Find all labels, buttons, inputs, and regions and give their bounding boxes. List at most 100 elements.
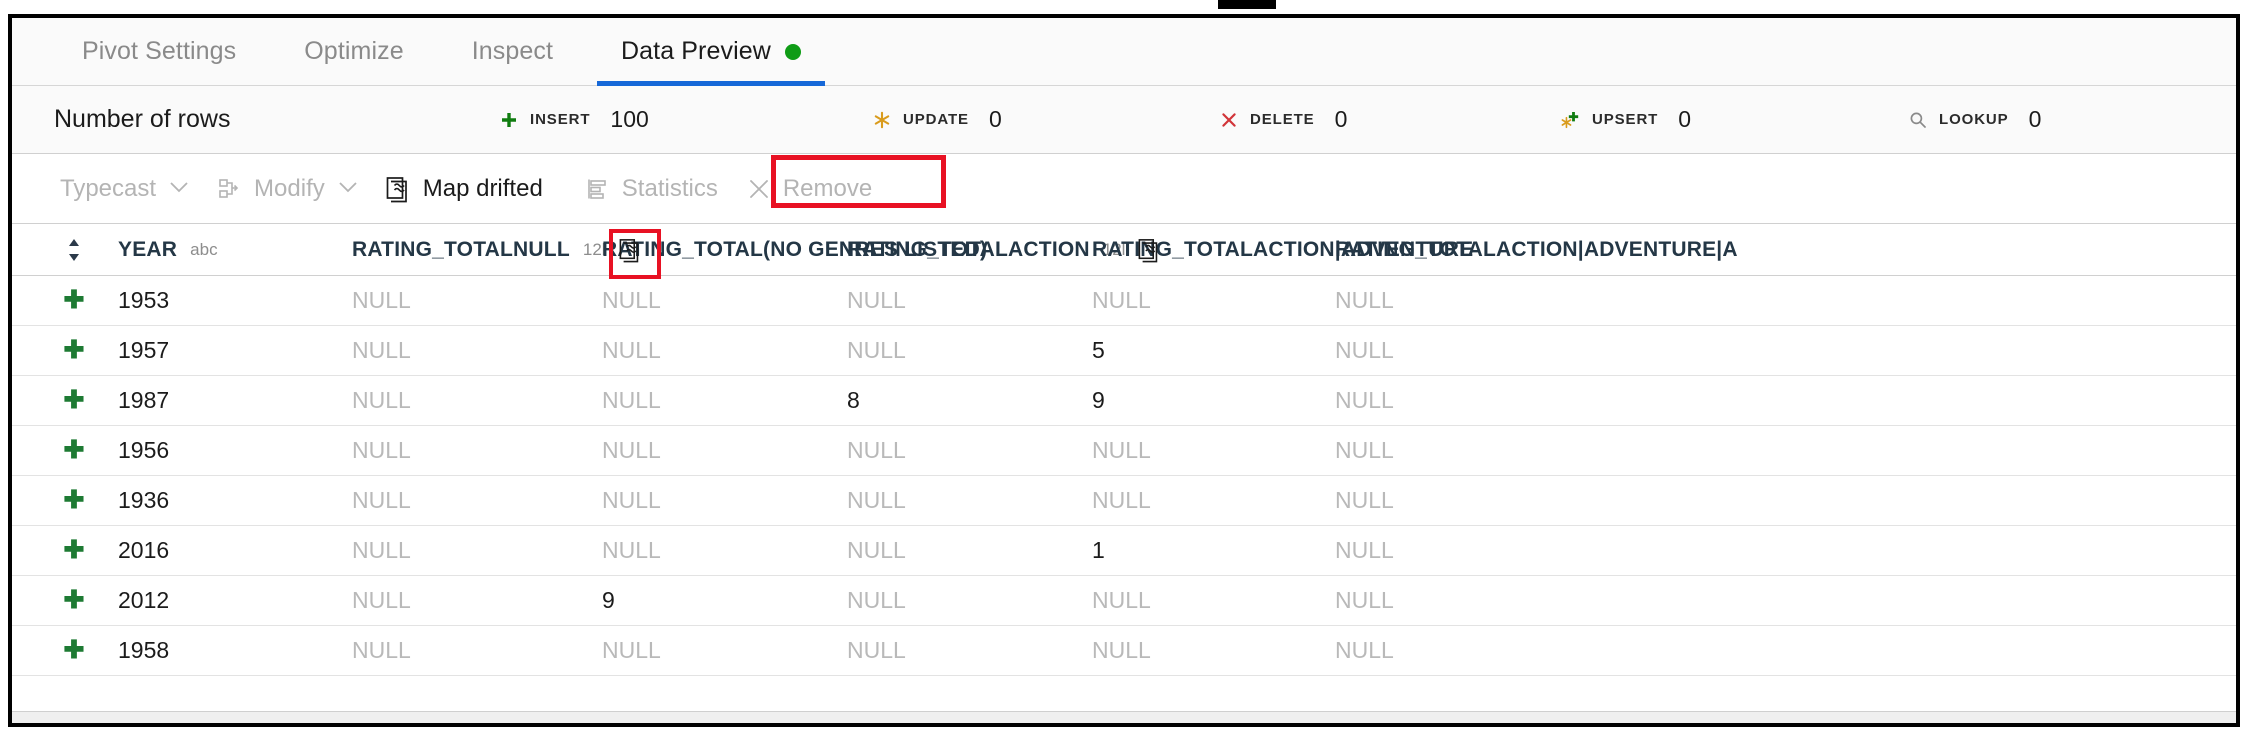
cell-value: NULL [1092,637,1151,663]
remove-button[interactable]: Remove [732,167,886,211]
column-header-rating-totalnull[interactable]: RATING_TOTALNULL 12l [352,228,661,279]
tab-inspect[interactable]: Inspect [438,18,587,85]
table-row[interactable]: ✚ 1987 NULL NULL 8 9 NULL [12,376,2236,426]
row-insert-icon: ✚ [63,436,85,464]
cell-year: 1957 [118,337,170,363]
cell-value: NULL [1092,437,1151,463]
stat-delete: DELETE 0 [1219,106,1347,133]
cell-value: 9 [1092,387,1105,413]
cell-value: NULL [602,487,661,513]
cell-value: NULL [352,337,411,363]
cell-value: NULL [1335,287,1394,313]
column-type: abc [190,239,218,259]
row-insert-icon: ✚ [63,636,85,664]
cell-value: NULL [847,637,906,663]
cell-value: NULL [352,537,411,563]
column-name: YEAR [118,237,178,261]
stat-value: 0 [2028,106,2042,132]
cell-value: NULL [352,587,411,613]
tab-label: Data Preview [621,37,771,65]
table-row[interactable]: ✚ 1956 NULL NULL NULL NULL NULL [12,426,2236,476]
horizontal-scrollbar[interactable] [12,711,2236,723]
cell-value: NULL [1092,287,1151,313]
cell-value: NULL [847,487,906,513]
cell-year: 1987 [118,387,170,413]
cell-value: NULL [847,587,906,613]
stat-upsert: UPSERT 0 [1561,106,1691,133]
column-header-rating-totalaction-adventure-a[interactable]: RATING_TOTALACTION|ADVENTURE|A [1335,238,1738,262]
grid-header-row: YEAR abc RATING_TOTALNULL 12l RATING_TOT… [12,224,2236,279]
row-insert-icon: ✚ [63,586,85,614]
stat-value: 0 [1678,106,1692,132]
table-row[interactable]: ✚ 2016 NULL NULL NULL 1 NULL [12,526,2236,576]
column-header-rating-totalaction[interactable]: RATING_TOTALACTION 12l [847,236,1158,264]
map-drifted-column-icon[interactable] [1137,236,1163,264]
cell-value: 9 [602,587,615,613]
table-row[interactable]: ✚ 1936 NULL NULL NULL NULL NULL [12,476,2236,526]
stat-label: DELETE [1250,111,1315,128]
modify-label: Modify [254,174,325,202]
cell-value: NULL [602,387,661,413]
typecast-label: Typecast [60,174,157,202]
row-insert-icon: ✚ [63,386,85,414]
cell-value: NULL [847,287,906,313]
table-row[interactable]: ✚ 1958 NULL NULL NULL NULL NULL [12,626,2236,676]
data-preview-panel: Pivot Settings Optimize Inspect Data Pre… [8,14,2240,727]
cell-value: NULL [1335,387,1394,413]
cell-year: 1956 [118,437,170,463]
cell-year: 2012 [118,587,170,613]
upsert-icon [1561,110,1581,130]
row-count-summary: Number of rows INSERT 100 UPDATE 0 DELET… [12,86,2236,154]
map-drifted-wrapper: Map drifted [372,154,946,211]
status-dot-icon [784,43,801,60]
statistics-icon [585,175,611,203]
cell-value: 5 [1092,337,1105,363]
cell-value: NULL [1092,587,1151,613]
statistics-button[interactable]: Statistics [571,167,732,211]
map-drifted-column-icon[interactable] [608,228,661,279]
stat-value: 0 [1334,106,1348,132]
chevron-down-icon [169,178,189,200]
cell-value: NULL [602,537,661,563]
chevron-down-icon [338,178,358,200]
column-header-rating-totalaction-adventure[interactable]: RATING_TOTALACTION|ADVENTURE [1092,238,1473,262]
modify-icon [217,175,243,203]
modify-button[interactable]: Modify [203,167,372,211]
tab-optimize[interactable]: Optimize [270,18,437,85]
cell-value: NULL [847,437,906,463]
cell-value: NULL [602,337,661,363]
tab-pivot-settings[interactable]: Pivot Settings [48,18,270,85]
sort-arrows-icon [69,238,79,261]
column-header-year[interactable]: YEAR abc [102,238,352,262]
cell-value: NULL [1335,587,1394,613]
map-drifted-button[interactable]: Map drifted [372,167,557,211]
tab-strip: Pivot Settings Optimize Inspect Data Pre… [12,18,2236,86]
grid-body: ✚ 1953 NULL NULL NULL NULL NULL ✚ 1957 NULL NULL NU… [12,276,2236,676]
window-drag-handle[interactable] [1218,0,1276,9]
remove-label: Remove [782,174,873,202]
stat-value: 0 [988,106,1002,132]
tab-data-preview[interactable]: Data Preview [587,18,835,86]
stat-label: UPDATE [903,111,969,128]
typecast-button[interactable]: Typecast [46,167,203,211]
stat-lookup: LOOKUP 0 [1908,106,2041,133]
cell-year: 1958 [118,637,170,663]
stat-update: UPDATE 0 [872,106,1002,133]
stat-label: LOOKUP [1939,111,2009,128]
table-row[interactable]: ✚ 2012 NULL 9 NULL NULL NULL [12,576,2236,626]
cell-value: NULL [1335,437,1394,463]
map-drifted-label: Map drifted [422,174,543,202]
stat-value: 100 [610,106,649,132]
cell-value: NULL [352,487,411,513]
cell-value: NULL [602,437,661,463]
table-row[interactable]: ✚ 1953 NULL NULL NULL NULL NULL [12,276,2236,326]
cell-value: NULL [1335,537,1394,563]
tab-label: Optimize [304,37,404,65]
stat-label: INSERT [530,111,591,128]
number-of-rows-label: Number of rows [54,105,231,133]
cell-value: 1 [1092,537,1105,563]
table-row[interactable]: ✚ 1957 NULL NULL NULL 5 NULL [12,326,2236,376]
sort-button[interactable] [46,237,102,263]
cell-value: NULL [602,637,661,663]
data-grid: YEAR abc RATING_TOTALNULL 12l RATING_TOT… [12,224,2236,676]
